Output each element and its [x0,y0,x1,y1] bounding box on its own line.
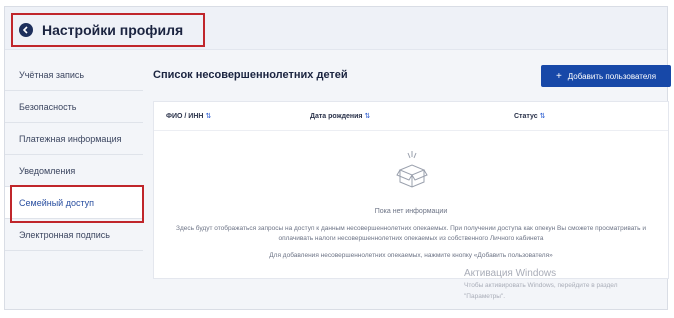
add-user-button[interactable]: + Добавить пользователя [541,65,671,87]
sidebar-item-e-signature[interactable]: Электронная подпись [5,219,143,251]
sidebar-item-label: Уведомления [19,166,76,176]
sidebar-item-label: Семейный доступ [19,198,95,208]
children-table: ФИО / ИНН ⇅ Дата рождения ⇅ Статус ⇅ Пока н… [153,101,669,279]
column-header-birthdate[interactable]: Дата рождения ⇅ [310,112,370,120]
column-header-status[interactable]: Статус ⇅ [514,112,545,120]
column-label: Статус [514,113,538,120]
sidebar-item-label: Учётная запись [19,70,85,80]
sidebar-item-label: Безопасность [19,102,77,112]
sort-icon: ⇅ [539,113,546,120]
empty-state-hint: Для добавления несовершеннолетних опекае… [269,252,553,259]
sidebar-item-family-access[interactable]: Семейный доступ [5,187,143,219]
column-header-name[interactable]: ФИО / ИНН ⇅ [166,112,211,120]
empty-state-description: Здесь будут отображаться запросы на дост… [176,225,646,242]
sidebar: Учётная запись Безопасность Платежная ин… [5,59,143,251]
sidebar-item-label: Электронная подпись [19,230,110,240]
sort-icon: ⇅ [364,113,371,120]
sidebar-item-label: Платежная информация [19,134,122,144]
arrow-left-icon[interactable] [19,23,33,37]
column-label: Дата рождения [310,113,363,120]
add-user-label: Добавить пользователя [567,71,657,81]
table-header: ФИО / ИНН ⇅ Дата рождения ⇅ Статус ⇅ [154,102,668,131]
watermark-subtitle-line1: Чтобы активировать Windows, перейдите в … [464,282,618,289]
section-title: Список несовершеннолетних детей [153,69,348,81]
sidebar-item-account[interactable]: Учётная запись [5,59,143,91]
page-header: Настройки профиля [5,7,667,50]
sort-icon: ⇅ [205,113,212,120]
header-highlight: Настройки профиля [11,13,205,47]
watermark-title: Активация Windows [464,268,557,279]
empty-box-icon [396,151,428,188]
windows-activation-watermark: Активация Windows Чтобы активировать Win… [464,268,618,301]
plus-icon: + [555,70,562,82]
app-window: Настройки профиля Учётная запись Безопас… [4,6,671,310]
column-label: ФИО / ИНН [166,113,204,120]
sidebar-item-security[interactable]: Безопасность [5,91,143,123]
watermark-subtitle-line2: "Параметры". [464,293,506,300]
empty-state-title: Пока нет информации [374,208,448,215]
sidebar-item-payment[interactable]: Платежная информация [5,123,143,155]
page-title: Настройки профиля [42,22,184,38]
sidebar-item-notifications[interactable]: Уведомления [5,155,143,187]
